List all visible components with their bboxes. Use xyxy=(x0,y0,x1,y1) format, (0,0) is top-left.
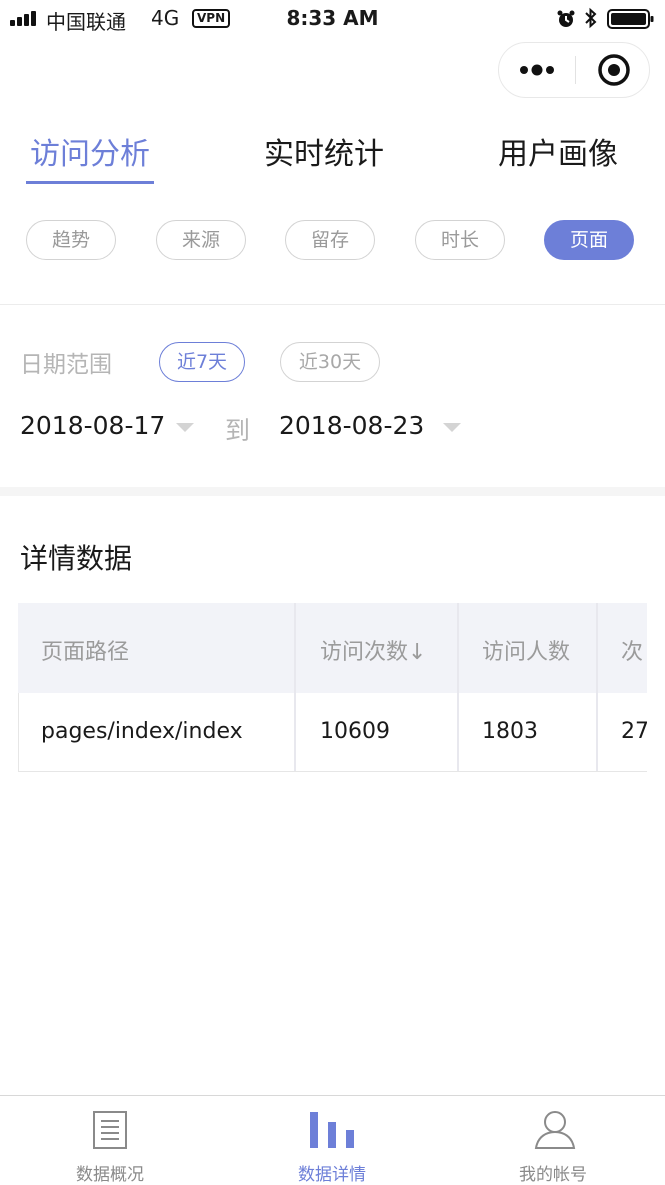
column-header-visitors[interactable]: 访问人数 xyxy=(482,634,570,666)
chevron-down-icon[interactable] xyxy=(176,423,194,432)
subtab-trend[interactable]: 趋势 xyxy=(26,220,116,260)
start-date-picker[interactable]: 2018-08-17 xyxy=(20,411,165,440)
nav-item-account[interactable]: 我的帐号 xyxy=(493,1160,613,1185)
tab-user-profile[interactable]: 用户画像 xyxy=(493,133,623,177)
cell-page-path: pages/index/index xyxy=(41,719,243,744)
bluetooth-icon xyxy=(585,7,597,29)
column-separator xyxy=(294,603,296,771)
chevron-down-icon[interactable] xyxy=(443,423,461,432)
more-icon[interactable] xyxy=(519,62,555,78)
detail-section-title: 详情数据 xyxy=(20,542,133,575)
column-header-page-path: 页面路径 xyxy=(41,640,130,665)
column-header-times[interactable]: 次 xyxy=(621,634,643,666)
nav-item-overview[interactable]: 数据概况 xyxy=(50,1160,170,1185)
nav-item-details[interactable]: 数据详情 xyxy=(272,1160,392,1185)
divider xyxy=(0,304,665,305)
subtab-retention[interactable]: 留存 xyxy=(285,220,375,260)
cell-visitors: 1803 xyxy=(482,719,538,744)
status-bar: 中国联通 4G VPN 8:33 AM xyxy=(0,0,665,38)
range-30-days-button[interactable]: 近30天 xyxy=(280,342,380,382)
column-separator xyxy=(596,603,598,771)
column-header-visit-count[interactable]: 访问次数↓ xyxy=(320,634,426,666)
capsule-divider xyxy=(575,56,576,84)
date-range-label: 日期范围 xyxy=(20,352,112,378)
user-icon[interactable] xyxy=(533,1108,577,1150)
subtab-duration[interactable]: 时长 xyxy=(415,220,505,260)
subtab-page[interactable]: 页面 xyxy=(544,220,634,260)
active-tab-indicator xyxy=(26,181,154,184)
table-border xyxy=(18,693,19,771)
tab-visit-analysis[interactable]: 访问分析 xyxy=(26,133,154,177)
tab-realtime-stats[interactable]: 实时统计 xyxy=(259,133,389,177)
cell-times: 27 xyxy=(621,719,647,744)
date-to-label: 到 xyxy=(225,416,251,445)
column-separator xyxy=(457,603,459,771)
cell-visit-count: 10609 xyxy=(320,719,390,744)
range-7-days-button[interactable]: 近7天 xyxy=(159,342,245,382)
alarm-icon xyxy=(557,10,575,27)
document-list-icon[interactable] xyxy=(92,1110,128,1150)
detail-table[interactable]: 页面路径 访问次数↓ 访问人数 次 pages/index/index 1060… xyxy=(18,603,647,773)
close-target-icon[interactable] xyxy=(597,53,631,87)
section-separator xyxy=(0,487,665,496)
battery-icon xyxy=(607,9,654,29)
end-date-picker[interactable]: 2018-08-23 xyxy=(279,411,424,440)
bar-chart-icon[interactable] xyxy=(309,1110,357,1150)
subtab-source[interactable]: 来源 xyxy=(156,220,246,260)
